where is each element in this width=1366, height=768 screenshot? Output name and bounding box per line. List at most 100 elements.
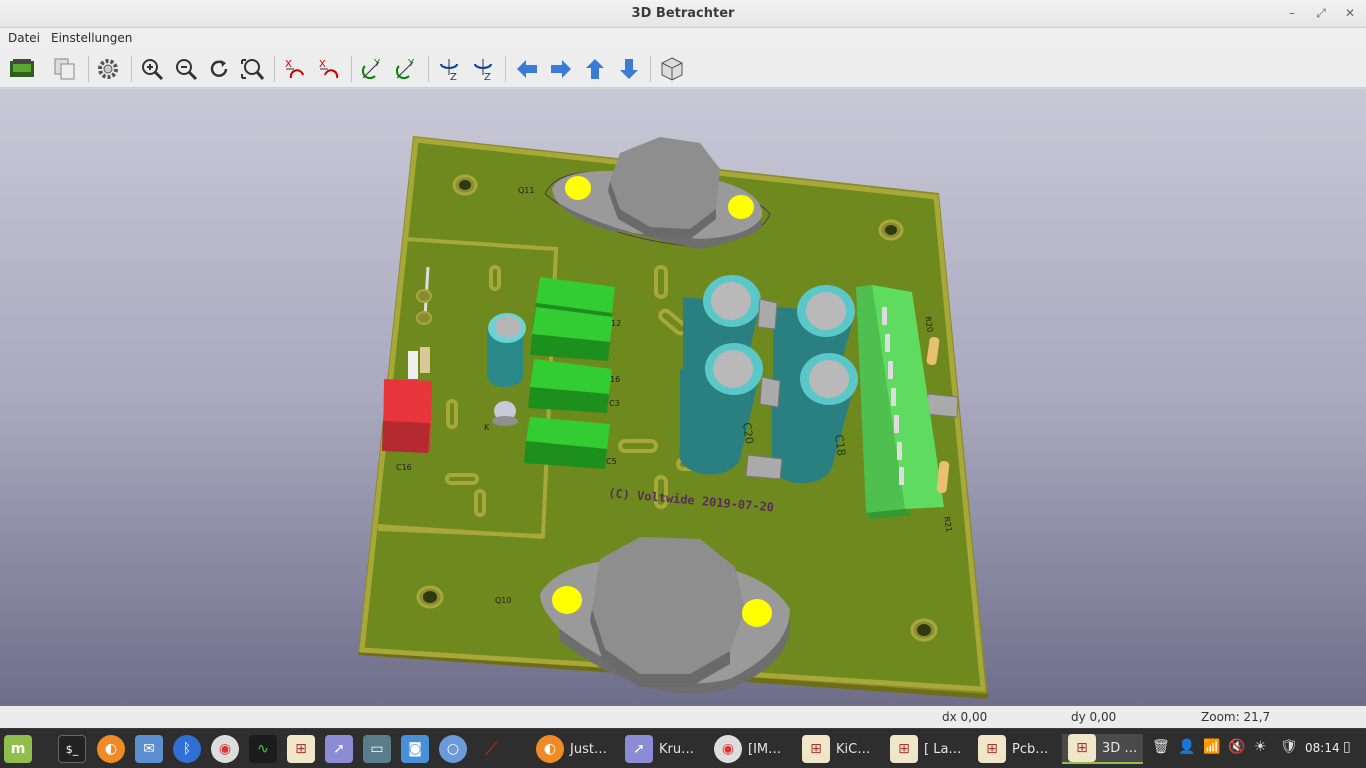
3d-viewport[interactable]: Q11 Q10 C16 C3 C5 12 16 K R21 R20 C20 C1… <box>0 89 1366 706</box>
mail-launcher[interactable]: ✉ <box>135 734 163 764</box>
film-capacitors <box>524 277 615 469</box>
svg-text:X: X <box>285 59 292 70</box>
kicad-icon: ⊞ <box>287 735 315 763</box>
screenshot-tool-icon: ➚ <box>625 735 653 763</box>
shield-icon[interactable]: 🛡 <box>1280 739 1298 755</box>
files-launcher[interactable]: ▭ <box>363 734 391 764</box>
zoom-in-icon <box>142 59 164 81</box>
rotate-x-ccw-icon: X <box>319 59 339 79</box>
ref-k: K <box>484 423 490 432</box>
terminal-launcher[interactable]: $_ <box>58 734 86 764</box>
system-monitor-launcher[interactable]: ∿ <box>249 734 277 764</box>
bluetooth-launcher[interactable]: ᛒ <box>173 734 201 764</box>
kicad-icon: ⊞ <box>1068 734 1096 762</box>
rotate-z-ccw-icon: Z <box>474 59 492 82</box>
window-title: 3D Betrachter <box>631 6 735 21</box>
move-down-icon <box>620 59 638 79</box>
rotate-y-cw-icon: Y <box>361 58 381 80</box>
rotate-y-ccw-button[interactable]: Y <box>391 54 421 84</box>
ref-c5: C5 <box>606 457 617 466</box>
ref-c3: C3 <box>609 399 620 408</box>
zoom-in-button[interactable] <box>137 54 167 84</box>
maximize-icon[interactable]: ⤢ <box>1311 4 1331 22</box>
mint-logo-icon: m <box>4 735 32 763</box>
task-window-1[interactable]: ◐ Just… <box>536 734 607 764</box>
move-up-button[interactable] <box>580 54 610 84</box>
show-desktop-icon[interactable]: ▯ <box>1343 739 1351 755</box>
web-launcher[interactable]: ○ <box>439 734 467 764</box>
menu-einstellungen[interactable]: Einstellungen <box>51 31 132 45</box>
kicad-icon: ⊞ <box>890 735 918 763</box>
move-right-button[interactable] <box>546 54 576 84</box>
user-icon[interactable]: 👤 <box>1178 739 1195 755</box>
mail-icon: ✉ <box>135 735 163 763</box>
settings-button[interactable] <box>93 54 123 84</box>
app-launcher[interactable]: ⟋ <box>477 734 505 764</box>
brightness-icon[interactable]: ☀ <box>1254 739 1267 755</box>
status-zoom: Zoom: 21,7 <box>1201 710 1271 724</box>
mint-menu-button[interactable]: m <box>4 734 32 764</box>
zoom-fit-icon <box>241 59 265 80</box>
system-monitor-icon: ∿ <box>249 735 277 763</box>
folder-icon: ▭ <box>363 735 391 763</box>
task-window-5[interactable]: ⊞[ La… <box>890 734 961 764</box>
terminal-icon: $_ <box>58 735 86 763</box>
zoom-out-icon <box>176 59 198 81</box>
clock[interactable]: 08:14 <box>1305 741 1340 755</box>
screenshot-launcher[interactable]: ➚ <box>325 734 353 764</box>
status-dx: dx 0,00 <box>942 710 988 724</box>
redraw-button[interactable] <box>204 54 234 84</box>
move-right-icon <box>551 60 571 78</box>
firefox-launcher[interactable]: ◐ <box>97 734 125 764</box>
rotate-z-cw-button[interactable]: Z <box>434 54 464 84</box>
minimize-icon[interactable]: – <box>1282 4 1302 22</box>
rotate-y-ccw-icon: Y <box>395 58 415 80</box>
task-window-3[interactable]: ◉ [IM… <box>714 734 781 764</box>
zoom-out-button[interactable] <box>171 54 201 84</box>
svg-text:Z: Z <box>450 72 457 82</box>
copy-icon <box>54 58 75 80</box>
slash-app-icon: ⟋ <box>484 738 498 760</box>
close-icon[interactable]: ✕ <box>1340 4 1360 22</box>
status-dy: dy 0,00 <box>1071 710 1117 724</box>
task-window-7[interactable]: ⊞ 3D … <box>1062 734 1144 764</box>
kicad-launcher[interactable]: ⊞ <box>287 734 315 764</box>
redraw-icon <box>210 60 228 77</box>
title-bar: 3D Betrachter – ⤢ ✕ <box>0 0 1366 28</box>
rotate-y-cw-button[interactable]: Y <box>357 54 387 84</box>
ortho-button[interactable] <box>657 54 687 84</box>
rotate-x-cw-icon: X <box>285 59 304 79</box>
export-icon <box>10 59 34 77</box>
rotate-x-cw-button[interactable]: X <box>281 54 311 84</box>
task-window-2[interactable]: ➚ Kru… <box>625 734 694 764</box>
pcb-3d-render: Q11 Q10 C16 C3 C5 12 16 K R21 R20 C20 C1… <box>358 136 988 699</box>
chrome-icon: ◉ <box>714 735 742 763</box>
zoom-fit-button[interactable] <box>237 54 267 84</box>
rotate-z-ccw-button[interactable]: Z <box>468 54 498 84</box>
firefox-icon: ◐ <box>536 735 564 763</box>
toolbar: X X Y Y Z Z <box>0 50 1366 88</box>
rotate-z-cw-icon: Z <box>440 59 458 82</box>
menu-bar: Datei Einstellungen <box>0 28 1366 50</box>
ref-c6: 16 <box>610 375 620 384</box>
move-down-button[interactable] <box>614 54 644 84</box>
task-window-6[interactable]: ⊞ Pcb… <box>978 734 1048 764</box>
rotate-x-ccw-button[interactable]: X <box>315 54 345 84</box>
ref-c2: 12 <box>611 319 621 328</box>
screenshot-tool-icon: ➚ <box>325 735 353 763</box>
kicad-icon: ⊞ <box>978 735 1006 763</box>
menu-datei[interactable]: Datei <box>8 31 40 45</box>
copy-button[interactable] <box>50 54 80 84</box>
task-window-4[interactable]: ⊞ KiC… <box>802 734 870 764</box>
camera-icon: ◙ <box>401 735 429 763</box>
wifi-icon[interactable]: 📶 <box>1203 739 1220 755</box>
svg-text:Z: Z <box>484 72 491 82</box>
move-left-button[interactable] <box>512 54 542 84</box>
camera-launcher[interactable]: ◙ <box>401 734 429 764</box>
volume-icon[interactable]: 🔇 <box>1228 739 1245 755</box>
export-button[interactable] <box>7 54 37 84</box>
chrome-launcher[interactable]: ◉ <box>211 734 239 764</box>
trash-icon[interactable]: 🗑 <box>1152 739 1170 755</box>
globe-icon: ○ <box>439 735 467 763</box>
status-bar: dx 0,00 dy 0,00 Zoom: 21,7 <box>0 706 1366 728</box>
